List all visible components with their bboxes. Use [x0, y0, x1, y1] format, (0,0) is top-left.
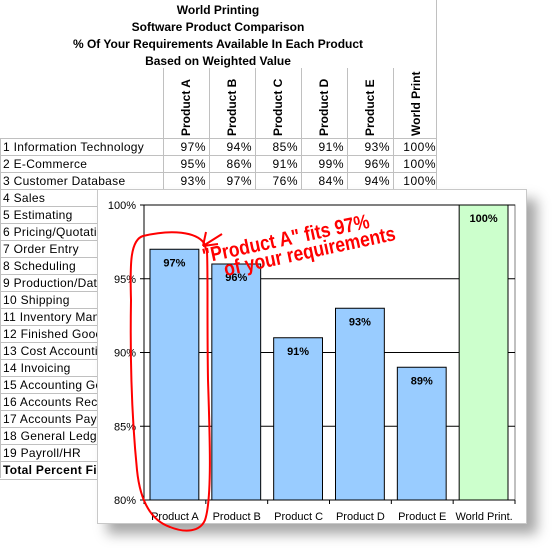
- row-label: 19 Payroll/HR: [3, 446, 81, 460]
- cell-value: 91%: [272, 157, 298, 171]
- bar: [273, 337, 324, 501]
- row-label: 17 Accounts Paya: [3, 412, 104, 426]
- column-header: World Print: [409, 71, 423, 136]
- cell-value: 93%: [364, 140, 390, 154]
- row-label: 2 E-Commerce: [3, 157, 88, 171]
- cell-value: 93%: [180, 174, 206, 188]
- table-row: 1 Information Technology 97% 94% 85% 91% 93% 1…: [0, 139, 436, 156]
- cell-value: 97%: [226, 174, 252, 188]
- cell-value: 86%: [226, 157, 252, 171]
- bar: [149, 248, 200, 501]
- row-label: 14 Invoicing: [3, 361, 71, 375]
- row-label: 6 Pricing/Quotati: [3, 225, 97, 239]
- y-tick-label: 100%: [108, 200, 136, 212]
- data-label: 93%: [349, 316, 371, 328]
- cell-value: 100%: [403, 174, 436, 188]
- column-header: Product B: [225, 78, 239, 136]
- data-label: 89%: [411, 375, 433, 387]
- data-label: 91%: [287, 346, 309, 358]
- x-tick-label: World Print.: [455, 511, 512, 523]
- data-label: 100%: [470, 213, 498, 225]
- column-header: Product A: [179, 79, 193, 136]
- y-tick-label: 90%: [114, 348, 136, 360]
- data-label: 96%: [225, 272, 247, 284]
- sheet-title: World Printing: [176, 3, 260, 17]
- data-label: 97%: [163, 257, 185, 269]
- column-header: Product E: [363, 79, 377, 136]
- bar-chart[interactable]: 80% 85% 90% 95% 100% 97% Product A 96% Product B…: [97, 189, 527, 524]
- cell-value: 96%: [364, 157, 390, 171]
- y-tick-label: 95%: [114, 274, 136, 286]
- x-tick-label: Product E: [398, 511, 446, 523]
- bar: [458, 204, 509, 501]
- cell-value: 95%: [180, 157, 206, 171]
- cell-value: 99%: [318, 157, 344, 171]
- row-label: 9 Production/Dat: [3, 276, 98, 290]
- bar: [335, 307, 385, 501]
- cell-value: 97%: [180, 140, 206, 154]
- cell-value: 100%: [403, 140, 436, 154]
- row-label: 18 General Ledge: [3, 429, 104, 443]
- column-header: Product C: [271, 78, 285, 136]
- row-label: 8 Scheduling: [3, 259, 76, 273]
- chart-svg: 80% 85% 90% 95% 100% 97% Product A 96% Product B…: [108, 200, 516, 523]
- cell-value: 85%: [272, 140, 298, 154]
- row-label: 12 Finished Gooc: [3, 327, 102, 341]
- row-label: 15 Accounting Ge: [3, 378, 103, 392]
- cell-value: 76%: [272, 174, 298, 188]
- row-label: 11 Inventory Mana: [3, 310, 107, 324]
- row-label: 3 Customer Database: [3, 174, 126, 188]
- row-label: 10 Shipping: [3, 293, 70, 307]
- bar: [211, 263, 262, 501]
- cell-value: 94%: [364, 174, 390, 188]
- y-tick-label: 80%: [114, 495, 136, 507]
- row-label: 16 Accounts Rece: [3, 395, 105, 409]
- row-label: 4 Sales: [3, 191, 46, 205]
- x-tick-label: Product A: [151, 511, 199, 523]
- y-tick-label: 85%: [114, 421, 136, 433]
- table-row: 3 Customer Database 93% 97% 76% 84% 94% 100%: [0, 173, 436, 190]
- row-label: 1 Information Technology: [3, 140, 145, 154]
- sheet-subtitle-2: % Of Your Requirements Available In Each…: [72, 37, 364, 51]
- cell-value: 94%: [226, 140, 252, 154]
- column-header: Product D: [317, 78, 331, 136]
- row-label: 5 Estimating: [3, 208, 73, 222]
- total-label: Total Percent Fit: [3, 463, 102, 477]
- x-tick-label: Product C: [274, 511, 323, 523]
- x-tick-label: Product D: [336, 511, 385, 523]
- x-tick-label: Product B: [213, 511, 261, 523]
- table-row: 2 E-Commerce 95% 86% 91% 99% 96% 100%: [0, 156, 436, 173]
- sheet-subtitle: Software Product Comparison: [131, 20, 305, 34]
- cell-value: 91%: [318, 140, 344, 154]
- cell-value: 84%: [318, 174, 344, 188]
- row-label: 13 Cost Accountin: [3, 344, 105, 358]
- row-label: 7 Order Entry: [3, 242, 79, 256]
- cell-value: 100%: [403, 157, 436, 171]
